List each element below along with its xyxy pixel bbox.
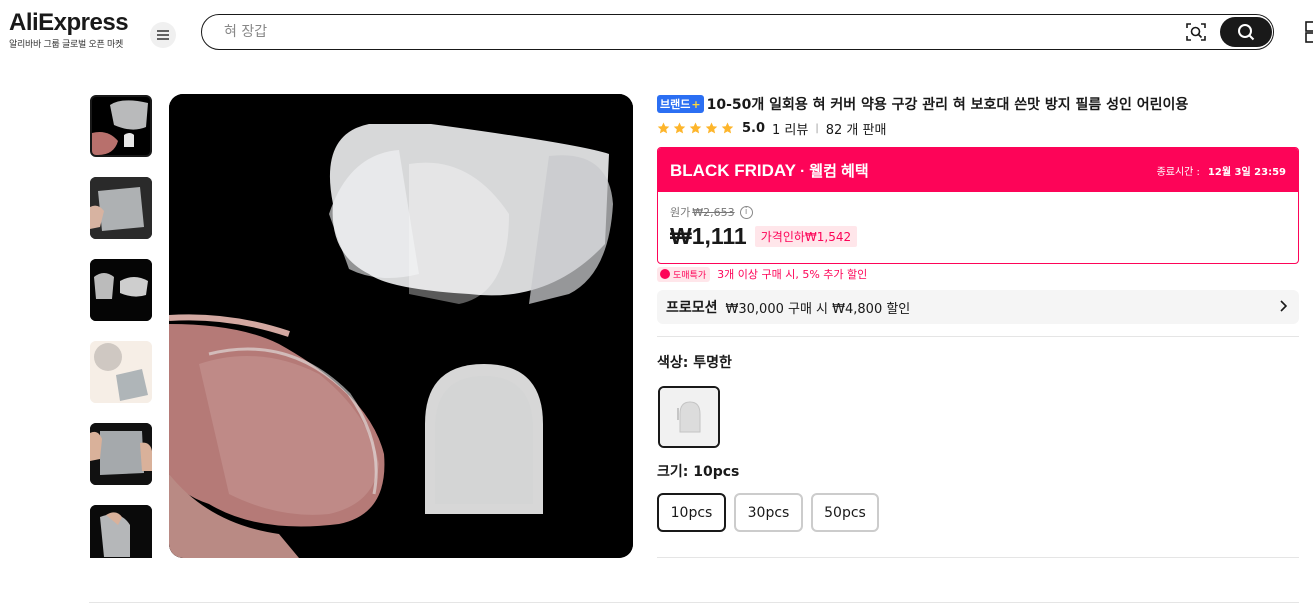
brand-badge-label: 브랜드 bbox=[660, 98, 691, 111]
brand-plus-icon: + bbox=[691, 97, 701, 111]
deal-subtitle: · 웰컴 혜택 bbox=[795, 162, 869, 180]
size-option-10pcs[interactable]: 10pcs bbox=[657, 493, 726, 532]
deal-header: BLACK FRIDAY · 웰컴 혜택 종료시간 : 12월 3일 23:59 bbox=[658, 148, 1298, 192]
menu-icon bbox=[157, 30, 169, 40]
thumbnail-4[interactable] bbox=[90, 341, 152, 403]
star-icon bbox=[657, 122, 670, 134]
title-row: 브랜드 + 10-50개 일회용 혀 커버 약용 구강 관리 혀 보호대 쓴맛 방… bbox=[657, 94, 1299, 114]
wholesale-tag: 도매특가 bbox=[657, 266, 711, 282]
divider bbox=[657, 336, 1299, 337]
tag-icon bbox=[660, 269, 670, 279]
deal-end-value: 12월 3일 23:59 bbox=[1207, 166, 1286, 178]
camera-search-icon bbox=[1186, 23, 1206, 41]
wholesale-discount: 도매특가 3개 이상 구매 시, 5% 추가 할인 bbox=[657, 266, 867, 282]
brand-plus-badge[interactable]: 브랜드 + bbox=[657, 95, 704, 113]
thumbnail-5[interactable] bbox=[90, 423, 152, 485]
deal-end-time: 종료시간 : 12월 3일 23:59 bbox=[1157, 163, 1286, 178]
thumbnail-2[interactable] bbox=[90, 177, 152, 239]
original-price: ₩2,653 bbox=[692, 205, 735, 219]
search-icon bbox=[1238, 24, 1255, 41]
thumbnail-1[interactable] bbox=[90, 95, 152, 157]
price-row: ₩1,111 가격인하₩1,542 bbox=[670, 223, 1286, 250]
search-button[interactable] bbox=[1220, 17, 1272, 47]
color-option-transparent[interactable] bbox=[658, 386, 720, 448]
search-bar bbox=[201, 14, 1274, 50]
thumbnail-list bbox=[89, 94, 153, 558]
search-input[interactable] bbox=[224, 21, 1124, 43]
star-rating bbox=[657, 122, 734, 135]
color-label: 색상: 투명한 bbox=[657, 355, 732, 371]
size-option-30pcs[interactable]: 30pcs bbox=[734, 493, 803, 532]
chevron-right-icon bbox=[1280, 300, 1287, 312]
image-search-button[interactable] bbox=[1185, 21, 1207, 43]
promotion-bar[interactable]: 프로모션 ₩30,000 구매 시 ₩4,800 할인 bbox=[657, 290, 1299, 324]
divider bbox=[657, 557, 1299, 558]
header: AliExpress 알리바바 그룹 글로벌 오픈 마켓 bbox=[0, 0, 1313, 62]
original-price-label: 원가 bbox=[670, 206, 691, 219]
deal-body: 원가 ₩2,653 i ₩1,111 가격인하₩1,542 bbox=[658, 192, 1298, 262]
size-option-50pcs[interactable]: 50pcs bbox=[811, 493, 879, 532]
original-price-row: 원가 ₩2,653 i bbox=[670, 204, 1286, 220]
deal-title-text: BLACK FRIDAY bbox=[670, 160, 796, 180]
section-divider bbox=[89, 602, 1299, 603]
star-icon bbox=[705, 122, 718, 134]
promotion-text: ₩30,000 구매 시 ₩4,800 할인 bbox=[725, 301, 911, 317]
size-label: 크기: 10pcs bbox=[657, 464, 740, 480]
thumbnail-3[interactable] bbox=[90, 259, 152, 321]
star-icon bbox=[689, 122, 702, 134]
deal-end-label: 종료시간 : bbox=[1156, 166, 1200, 178]
star-icon bbox=[673, 122, 686, 134]
qr-icon[interactable] bbox=[1304, 20, 1313, 44]
main-product-image[interactable] bbox=[169, 94, 633, 558]
rating-score: 5.0 bbox=[742, 121, 766, 136]
black-friday-deal-box: BLACK FRIDAY · 웰컴 혜택 종료시간 :12월 3일 23:59 … bbox=[657, 147, 1299, 264]
menu-button[interactable] bbox=[150, 22, 176, 48]
logo-subtitle: 알리바바 그룹 글로벌 오픈 마켓 bbox=[9, 40, 123, 50]
product-title: 10-50개 일회용 혀 커버 약용 구강 관리 혀 보호대 쓴맛 방지 필름 … bbox=[706, 97, 1189, 113]
info-icon[interactable]: i bbox=[739, 205, 753, 219]
wholesale-text: 3개 이상 구매 시, 5% 추가 할인 bbox=[717, 268, 868, 281]
aliexpress-logo[interactable]: AliExpress 알리바바 그룹 글로벌 오픈 마켓 bbox=[9, 9, 129, 51]
deal-title: BLACK FRIDAY · 웰컴 혜택 bbox=[670, 160, 869, 181]
rating-row: 5.0 1 리뷰 | 82 개 판매 bbox=[657, 119, 886, 138]
star-icon bbox=[721, 122, 734, 134]
review-count-link[interactable]: 1 리뷰 bbox=[772, 119, 808, 138]
thumbnail-6[interactable] bbox=[90, 505, 152, 558]
logo-text: AliExpress bbox=[9, 9, 129, 36]
wholesale-tag-label: 도매특가 bbox=[673, 270, 707, 281]
current-price: ₩1,111 bbox=[670, 223, 747, 249]
price-drop-badge: 가격인하₩1,542 bbox=[754, 226, 858, 247]
promotion-label: 프로모션 bbox=[666, 299, 718, 315]
sold-count: 82 개 판매 bbox=[825, 123, 887, 138]
separator: | bbox=[815, 123, 819, 134]
